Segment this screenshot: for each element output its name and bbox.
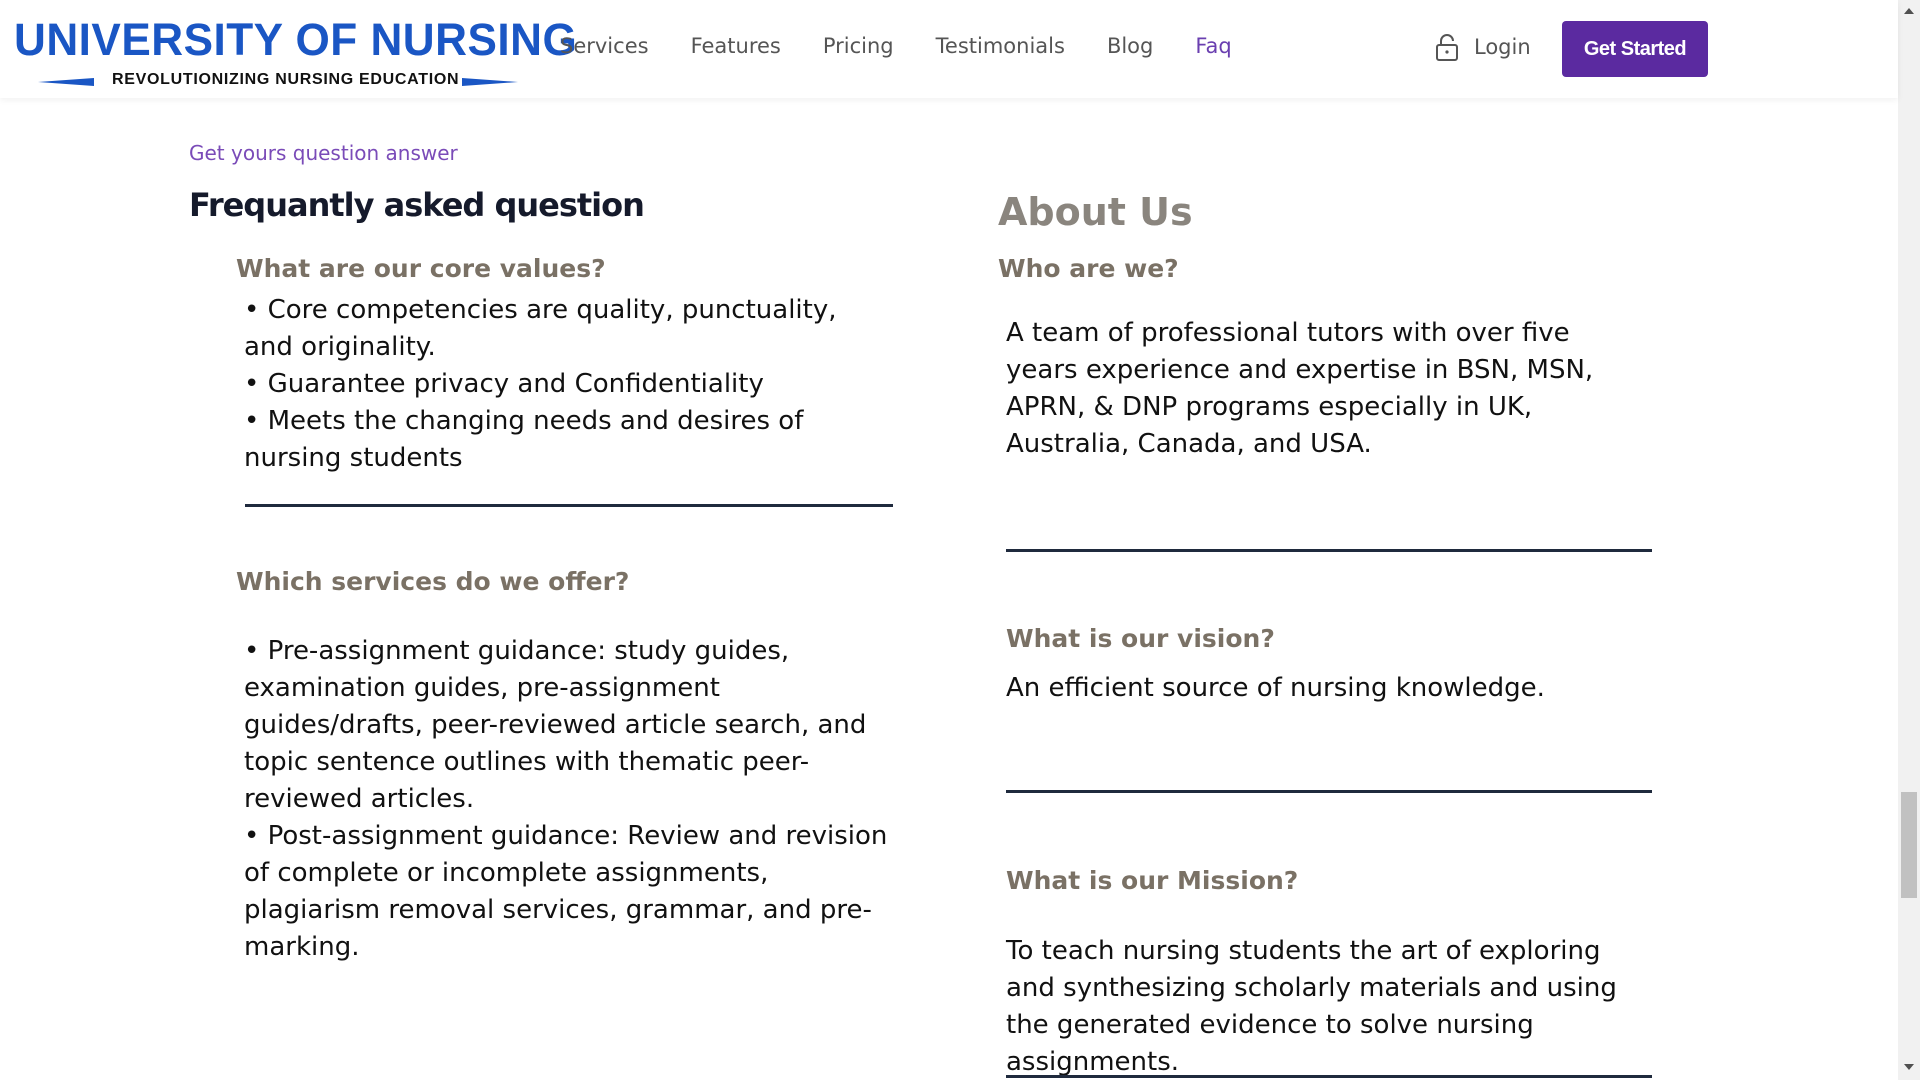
scroll-down-icon[interactable] [1904, 1064, 1914, 1070]
logo-wing-right-icon [462, 78, 518, 86]
nav-faq[interactable]: Faq [1195, 34, 1231, 58]
nav-blog[interactable]: Blog [1107, 34, 1153, 58]
login-label: Login [1474, 35, 1531, 59]
faq-q2-heading: Which services do we offer? [236, 567, 630, 596]
faq-q1-answer: • Core competencies are quality, punctua… [244, 292, 884, 477]
about-mission-heading: What is our Mission? [1006, 866, 1299, 895]
login-link[interactable]: Login [1434, 32, 1531, 62]
faq-title: Frequantly asked question [189, 186, 645, 224]
faq-eyebrow: Get yours question answer [189, 141, 458, 165]
faq-q1-line: • Core competencies are quality, punctua… [244, 295, 837, 362]
faq-divider [245, 504, 893, 507]
brand-tagline: REVOLUTIONIZING NURSING EDUCATION [112, 71, 460, 88]
about-divider [1006, 790, 1652, 793]
brand-logo[interactable]: UNIVERSITY OF NURSING REVOLUTIONIZING NU… [14, 14, 577, 94]
scroll-up-icon[interactable] [1904, 8, 1914, 14]
faq-q2-line: • Post-assignment guidance: Review and r… [244, 821, 888, 962]
about-mission-text: To teach nursing students the art of exp… [1006, 936, 1617, 1077]
nav-features[interactable]: Features [691, 34, 781, 58]
brand-title: UNIVERSITY OF NURSING [14, 14, 578, 65]
main-nav: Services Features Pricing Testimonials B… [560, 34, 1274, 58]
get-started-button[interactable]: Get Started [1562, 21, 1708, 77]
faq-q1-line: • Guarantee privacy and Confidentiality [244, 369, 764, 399]
about-divider [1006, 1075, 1652, 1078]
about-title: About Us [998, 190, 1193, 234]
about-vision-heading: What is our vision? [1006, 624, 1275, 653]
brand-tagline-wrap: REVOLUTIONIZING NURSING EDUCATION [38, 70, 518, 94]
faq-q2-answer: • Pre-assignment guidance: study guides,… [244, 633, 894, 966]
site-header: UNIVERSITY OF NURSING REVOLUTIONIZING NU… [0, 0, 1898, 98]
nav-testimonials[interactable]: Testimonials [936, 34, 1065, 58]
faq-q1-line: • Meets the changing needs and desires o… [244, 406, 804, 473]
logo-wing-left-icon [38, 78, 94, 86]
faq-q1-heading: What are our core values? [236, 254, 606, 283]
nav-pricing[interactable]: Pricing [823, 34, 894, 58]
page-scrollbar[interactable] [1898, 0, 1920, 1080]
about-who-text: A team of professional tutors with over … [1006, 318, 1594, 459]
nav-services[interactable]: Services [560, 34, 649, 58]
about-divider [1006, 549, 1652, 552]
faq-q2-line: • Pre-assignment guidance: study guides,… [244, 636, 867, 814]
lock-icon [1436, 34, 1458, 61]
scrollbar-thumb[interactable] [1901, 792, 1917, 898]
about-who-heading: Who are we? [998, 254, 1179, 283]
about-vision-text: An efficient source of nursing knowledge… [1006, 673, 1545, 703]
